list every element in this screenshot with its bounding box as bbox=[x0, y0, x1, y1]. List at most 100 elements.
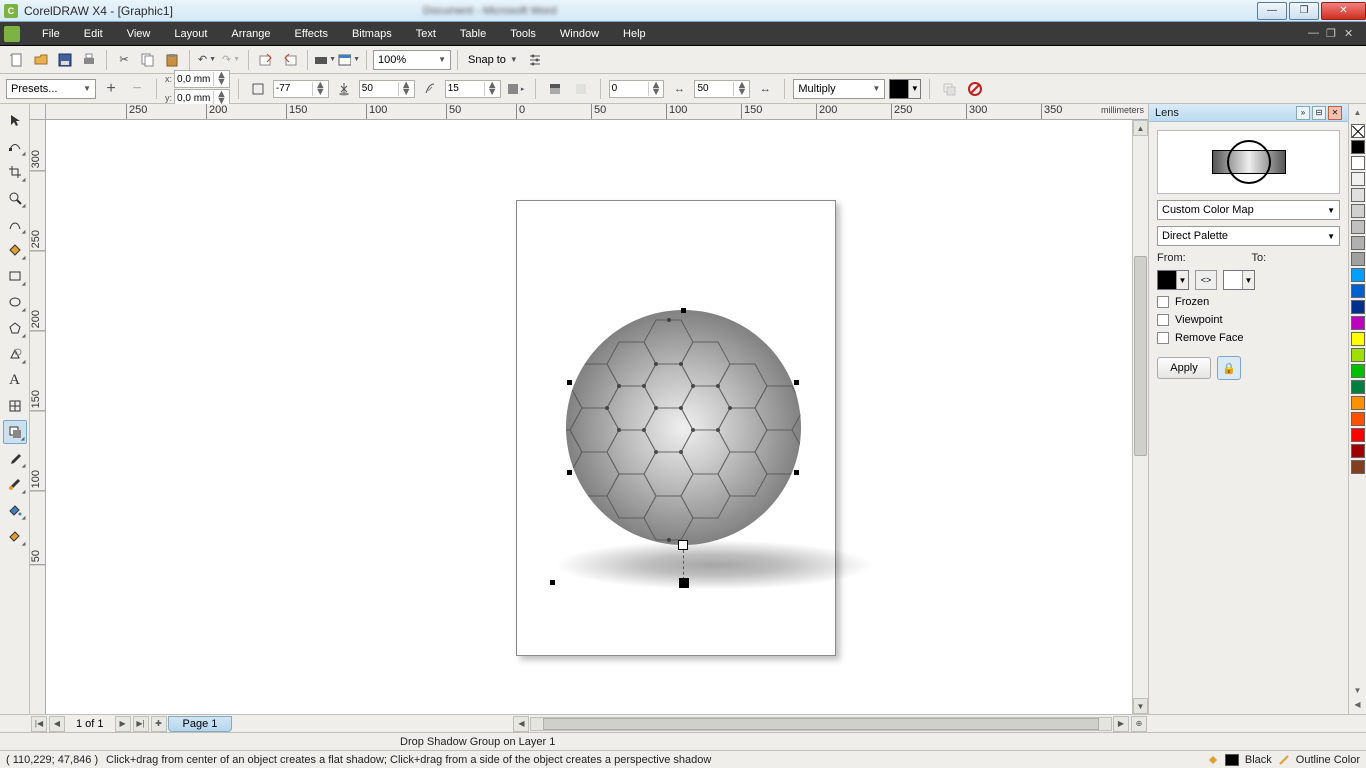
color-swatch[interactable] bbox=[1351, 284, 1365, 298]
feather-edge2-button[interactable] bbox=[570, 78, 592, 100]
horizontal-ruler[interactable]: millimeters 250 200 150 100 50 0 50 100 … bbox=[46, 104, 1148, 120]
color-swatch[interactable] bbox=[1351, 412, 1365, 426]
color-swatch[interactable] bbox=[1351, 316, 1365, 330]
docker-collapse-button[interactable]: » bbox=[1296, 106, 1310, 120]
remove-preset-button[interactable]: − bbox=[126, 78, 148, 100]
snap-to-dropdown[interactable]: Snap to▼ bbox=[464, 50, 522, 70]
shadow-color-picker[interactable]: ▼ bbox=[889, 79, 921, 99]
feather-edge-button[interactable] bbox=[544, 78, 566, 100]
vertical-ruler[interactable]: 300 250 200 150 100 50 bbox=[30, 120, 46, 714]
color-swatch[interactable] bbox=[1351, 188, 1365, 202]
scroll-down-button[interactable]: ▼ bbox=[1133, 698, 1148, 714]
lens-type-combo[interactable]: Custom Color Map▼ bbox=[1157, 200, 1340, 220]
interactive-drop-shadow-tool[interactable]: ◢ bbox=[3, 420, 27, 444]
color-swatch[interactable] bbox=[1351, 236, 1365, 250]
sphere-object[interactable] bbox=[566, 310, 801, 545]
shadow-stretch-input[interactable]: ▲▼ bbox=[694, 80, 750, 98]
color-swatch[interactable] bbox=[1351, 172, 1365, 186]
color-swatch[interactable] bbox=[1351, 364, 1365, 378]
lock-button[interactable]: 🔒 bbox=[1217, 356, 1241, 380]
first-page-button[interactable]: |◀ bbox=[31, 716, 47, 732]
polygon-tool[interactable]: ◢ bbox=[3, 316, 27, 340]
color-swatch[interactable] bbox=[1351, 396, 1365, 410]
scroll-thumb[interactable] bbox=[1134, 256, 1147, 456]
presets-combo[interactable]: Presets...▼ bbox=[6, 79, 96, 99]
menu-tools[interactable]: Tools bbox=[498, 22, 548, 45]
frozen-checkbox[interactable]: Frozen bbox=[1157, 296, 1340, 308]
smart-fill-tool[interactable]: ◢ bbox=[3, 238, 27, 262]
app-launcher-button[interactable]: ▼ bbox=[314, 49, 336, 71]
shadow-feather-input[interactable]: ▲▼ bbox=[445, 80, 501, 98]
interactive-fill-tool[interactable]: ◢ bbox=[3, 524, 27, 548]
menu-file[interactable]: File bbox=[30, 22, 72, 45]
menu-effects[interactable]: Effects bbox=[283, 22, 340, 45]
color-swatch[interactable] bbox=[1351, 300, 1365, 314]
save-button[interactable] bbox=[54, 49, 76, 71]
zoom-navigator-button[interactable]: ⊕ bbox=[1131, 716, 1147, 732]
feather-direction-button[interactable]: ▸ bbox=[505, 78, 527, 100]
color-swatch[interactable] bbox=[1351, 252, 1365, 266]
color-swatch[interactable] bbox=[1351, 348, 1365, 362]
minimize-button[interactable]: — bbox=[1257, 2, 1287, 20]
ellipse-tool[interactable]: ◢ bbox=[3, 290, 27, 314]
export-button[interactable] bbox=[279, 49, 301, 71]
remove-face-checkbox[interactable]: Remove Face bbox=[1157, 332, 1340, 344]
text-tool[interactable]: A bbox=[3, 368, 27, 392]
no-color-swatch[interactable] bbox=[1351, 124, 1365, 138]
next-page-button[interactable]: ▶ bbox=[115, 716, 131, 732]
shadow-end-handle[interactable] bbox=[679, 578, 689, 588]
selection-handle[interactable] bbox=[567, 380, 572, 385]
prev-page-button[interactable]: ◀ bbox=[49, 716, 65, 732]
open-button[interactable] bbox=[30, 49, 52, 71]
color-swatch[interactable] bbox=[1351, 444, 1365, 458]
copy-shadow-button[interactable] bbox=[938, 78, 960, 100]
eyedropper-tool[interactable]: ◢ bbox=[3, 446, 27, 470]
color-swatch[interactable] bbox=[1351, 268, 1365, 282]
basic-shapes-tool[interactable]: ◢ bbox=[3, 342, 27, 366]
pick-tool[interactable] bbox=[3, 108, 27, 132]
blend-mode-combo[interactable]: Multiply▼ bbox=[793, 79, 885, 99]
menu-view[interactable]: View bbox=[115, 22, 163, 45]
add-preset-button[interactable]: + bbox=[100, 78, 122, 100]
fade-slider-button[interactable]: ↔ bbox=[668, 78, 690, 100]
scroll-up-button[interactable]: ▲ bbox=[1133, 120, 1148, 136]
new-button[interactable] bbox=[6, 49, 28, 71]
drop-shadow-object[interactable] bbox=[554, 540, 874, 590]
copy-button[interactable] bbox=[137, 49, 159, 71]
horizontal-scrollbar[interactable]: ◀ ▶ ⊕ bbox=[512, 716, 1148, 732]
menu-layout[interactable]: Layout bbox=[162, 22, 219, 45]
redo-button[interactable]: ↷▼ bbox=[220, 49, 242, 71]
import-button[interactable] bbox=[255, 49, 277, 71]
maximize-button[interactable]: ❐ bbox=[1289, 2, 1319, 20]
to-color-picker[interactable]: ▼ bbox=[1223, 270, 1255, 290]
scroll-thumb[interactable] bbox=[543, 718, 1099, 730]
color-swatch[interactable] bbox=[1351, 220, 1365, 234]
docker-titlebar[interactable]: Lens » ⊟ ✕ bbox=[1149, 104, 1348, 122]
fill-tool[interactable]: ◢ bbox=[3, 498, 27, 522]
close-button[interactable]: ✕ bbox=[1321, 2, 1366, 20]
mdi-restore-button[interactable]: ❐ bbox=[1326, 27, 1338, 40]
page-tab[interactable]: Page 1 bbox=[168, 716, 233, 732]
scroll-left-button[interactable]: ◀ bbox=[513, 716, 529, 732]
color-swatch[interactable] bbox=[1351, 428, 1365, 442]
undo-button[interactable]: ↶▼ bbox=[196, 49, 218, 71]
table-tool[interactable] bbox=[3, 394, 27, 418]
color-swatch[interactable] bbox=[1351, 380, 1365, 394]
color-swatch[interactable] bbox=[1351, 156, 1365, 170]
menu-bitmaps[interactable]: Bitmaps bbox=[340, 22, 404, 45]
menu-edit[interactable]: Edit bbox=[72, 22, 115, 45]
selection-handle[interactable] bbox=[567, 470, 572, 475]
selection-handle[interactable] bbox=[794, 470, 799, 475]
apply-button[interactable]: Apply bbox=[1157, 357, 1211, 379]
outline-tool[interactable]: ◢ bbox=[3, 472, 27, 496]
menu-help[interactable]: Help bbox=[611, 22, 658, 45]
selection-handle[interactable] bbox=[681, 308, 686, 313]
last-page-button[interactable]: ▶| bbox=[133, 716, 149, 732]
swap-colors-button[interactable]: <> bbox=[1195, 270, 1217, 290]
color-swatch[interactable] bbox=[1351, 140, 1365, 154]
from-color-picker[interactable]: ▼ bbox=[1157, 270, 1189, 290]
drawing-canvas[interactable] bbox=[46, 120, 1132, 714]
vertical-scrollbar[interactable]: ▲ ▼ bbox=[1132, 120, 1148, 714]
stretch-slider-button[interactable]: ↔ bbox=[754, 78, 776, 100]
welcome-screen-button[interactable]: ▼ bbox=[338, 49, 360, 71]
